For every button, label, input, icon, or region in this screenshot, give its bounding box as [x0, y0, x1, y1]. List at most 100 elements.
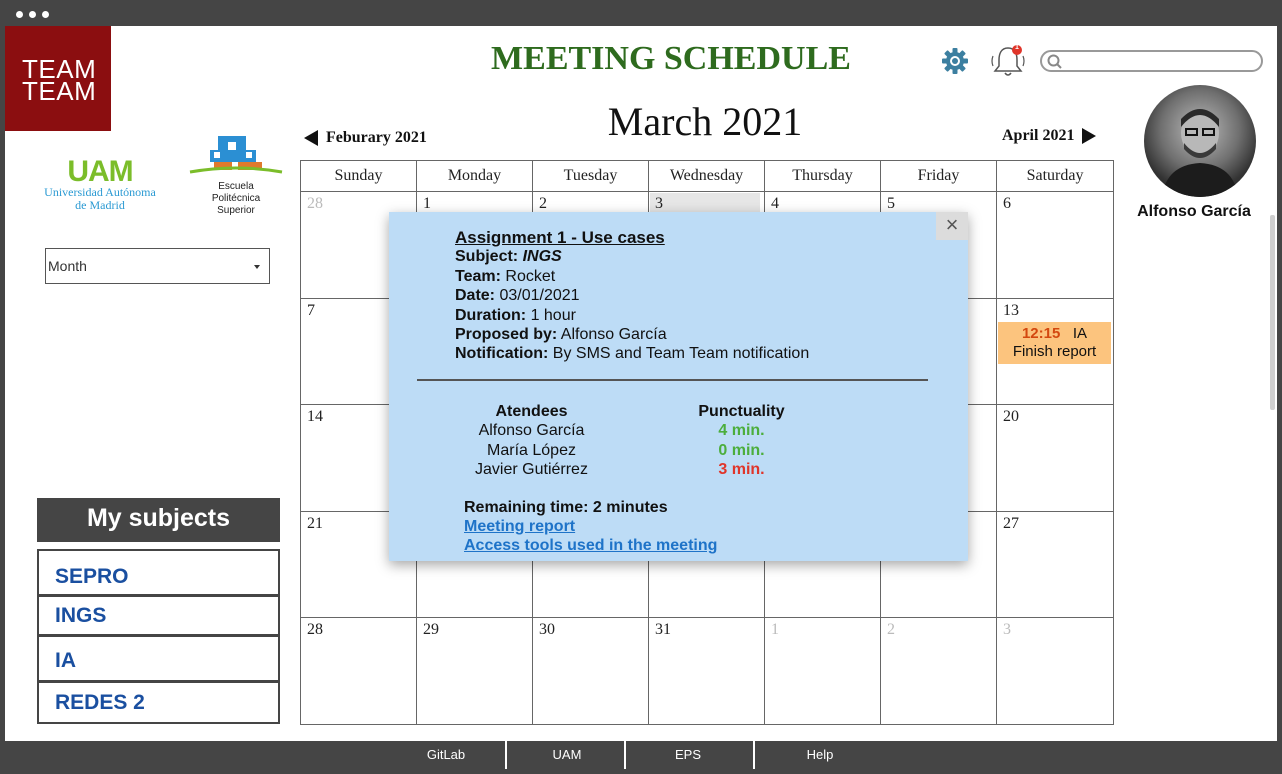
attendee-name: María López: [487, 441, 576, 459]
view-select-value: Month: [48, 258, 87, 274]
footer-divider: [505, 741, 507, 769]
day-number: 28: [307, 621, 323, 638]
uam-name: Universidad Autónoma de Madrid: [44, 185, 156, 212]
divider: [417, 379, 928, 381]
footer-link-gitlab[interactable]: GitLab: [406, 741, 486, 769]
subject-item-ings[interactable]: INGS: [37, 595, 280, 636]
next-month-label: April 2021: [1002, 127, 1075, 144]
calendar-day[interactable]: 6: [997, 192, 1114, 299]
calendar-day[interactable]: 29: [417, 618, 533, 725]
meeting-title: Assignment 1 - Use cases: [455, 228, 665, 247]
avatar[interactable]: [1144, 85, 1256, 197]
calendar-day[interactable]: 28: [301, 618, 417, 725]
arrow-right-icon: [1082, 128, 1097, 144]
calendar-day[interactable]: 13 12:15 IA Finish report: [997, 299, 1114, 405]
day-number: 7: [307, 302, 315, 319]
meeting-duration: Duration: 1 hour: [455, 306, 576, 324]
view-select[interactable]: Month: [45, 248, 270, 284]
weekday-header: Monday: [417, 161, 533, 192]
calendar-day[interactable]: 31: [649, 618, 765, 725]
uam-mark: UAM: [67, 155, 133, 188]
remaining-time: Remaining time: 2 minutes: [464, 499, 668, 516]
punctuality-value: 4 min.: [718, 422, 765, 440]
dot-icon: [29, 11, 36, 18]
calendar-day[interactable]: 27: [997, 512, 1114, 618]
notification-bell[interactable]: 1: [988, 42, 1028, 80]
search-icon: [1047, 54, 1062, 69]
weekday-header: Sunday: [301, 161, 417, 192]
day-number: 14: [307, 408, 323, 425]
day-number: 4: [771, 195, 779, 212]
calendar-day[interactable]: 20: [997, 405, 1114, 512]
gear-icon[interactable]: [940, 46, 970, 76]
arrow-left-icon: [304, 130, 318, 146]
meeting-popup: × Assignment 1 - Use cases Subject: INGS…: [389, 212, 968, 561]
day-number: 1: [771, 621, 779, 638]
scrollbar[interactable]: [1270, 215, 1275, 410]
eps-name: Escuela Politécnica Superior: [211, 181, 261, 216]
day-number: 28: [307, 195, 323, 212]
day-number: 2: [539, 195, 547, 212]
day-number: 20: [1003, 408, 1019, 425]
meeting-subject: Subject: INGS: [455, 248, 562, 266]
day-number: 3: [1003, 621, 1011, 638]
weekday-header: Tuesday: [533, 161, 649, 192]
user-photo: [1162, 109, 1238, 197]
day-number: 3: [655, 195, 663, 212]
window-controls[interactable]: [16, 11, 49, 18]
attendees-column: Atendees Alfonso García María López Javi…: [459, 402, 604, 480]
meeting-date: Date: 03/01/2021: [455, 287, 580, 305]
attendees-header: Atendees: [495, 403, 568, 420]
meeting-notification: Notification: By SMS and Team Team notif…: [455, 345, 810, 363]
day-number: 2: [887, 621, 895, 638]
attendee-name: Alfonso García: [478, 422, 585, 440]
subject-item-ia[interactable]: IA: [37, 635, 280, 682]
calendar-day[interactable]: 3: [997, 618, 1114, 725]
uam-logo[interactable]: UAM Universidad Autónoma de Madrid: [36, 155, 164, 212]
footer-link-help[interactable]: Help: [780, 741, 860, 769]
weekday-header: Friday: [881, 161, 997, 192]
weekday-header: Thursday: [765, 161, 881, 192]
chevron-down-icon: [254, 265, 260, 269]
punctuality-value: 0 min.: [718, 441, 765, 459]
next-month-nav[interactable]: April 2021: [1002, 127, 1097, 145]
meeting-report-link[interactable]: Meeting report: [464, 517, 575, 536]
notification-count: 1: [1015, 44, 1019, 51]
punctuality-value: 3 min.: [718, 461, 765, 479]
meeting-tools-link[interactable]: Access tools used in the meeting: [464, 536, 717, 555]
day-number: 6: [1003, 195, 1011, 212]
calendar-day[interactable]: 30: [533, 618, 649, 725]
subject-item-sepro[interactable]: SEPRO: [37, 549, 280, 596]
event-title: Finish report: [1012, 343, 1097, 360]
day-number: 1: [423, 195, 431, 212]
prev-month-label: Feburary 2021: [326, 129, 427, 146]
current-month-title: March 2021: [607, 99, 803, 144]
calendar-day[interactable]: 1: [765, 618, 881, 725]
day-number: 5: [887, 195, 895, 212]
day-number: 30: [539, 621, 555, 638]
footer: GitLab UAM EPS Help: [5, 741, 1277, 769]
user-name: Alfonso García: [1137, 203, 1251, 220]
eps-building-icon: [189, 136, 283, 174]
footer-divider: [753, 741, 755, 769]
calendar-event[interactable]: 12:15 IA Finish report: [998, 322, 1111, 364]
calendar-day[interactable]: 2: [881, 618, 997, 725]
punctuality-column: Punctuality 4 min. 0 min. 3 min.: [684, 402, 799, 480]
dot-icon: [16, 11, 23, 18]
search-input[interactable]: [1040, 50, 1263, 72]
punctuality-header: Punctuality: [698, 403, 785, 420]
event-time: 12:15: [1021, 325, 1061, 342]
close-icon[interactable]: ×: [936, 212, 968, 240]
day-number: 21: [307, 515, 323, 532]
eps-logo[interactable]: Escuela Politécnica Superior: [186, 136, 286, 217]
weekday-header: Saturday: [997, 161, 1114, 192]
subject-item-redes-2[interactable]: REDES 2: [37, 681, 280, 724]
meeting-proposed-by: Proposed by: Alfonso García: [455, 326, 667, 344]
event-subject: IA: [1072, 325, 1088, 342]
day-number: 13: [1003, 302, 1019, 319]
meeting-team: Team: Rocket: [455, 267, 556, 285]
prev-month-nav[interactable]: Feburary 2021: [304, 129, 427, 147]
today-highlight: [650, 193, 760, 213]
footer-link-eps[interactable]: EPS: [648, 741, 728, 769]
footer-link-uam[interactable]: UAM: [527, 741, 607, 769]
